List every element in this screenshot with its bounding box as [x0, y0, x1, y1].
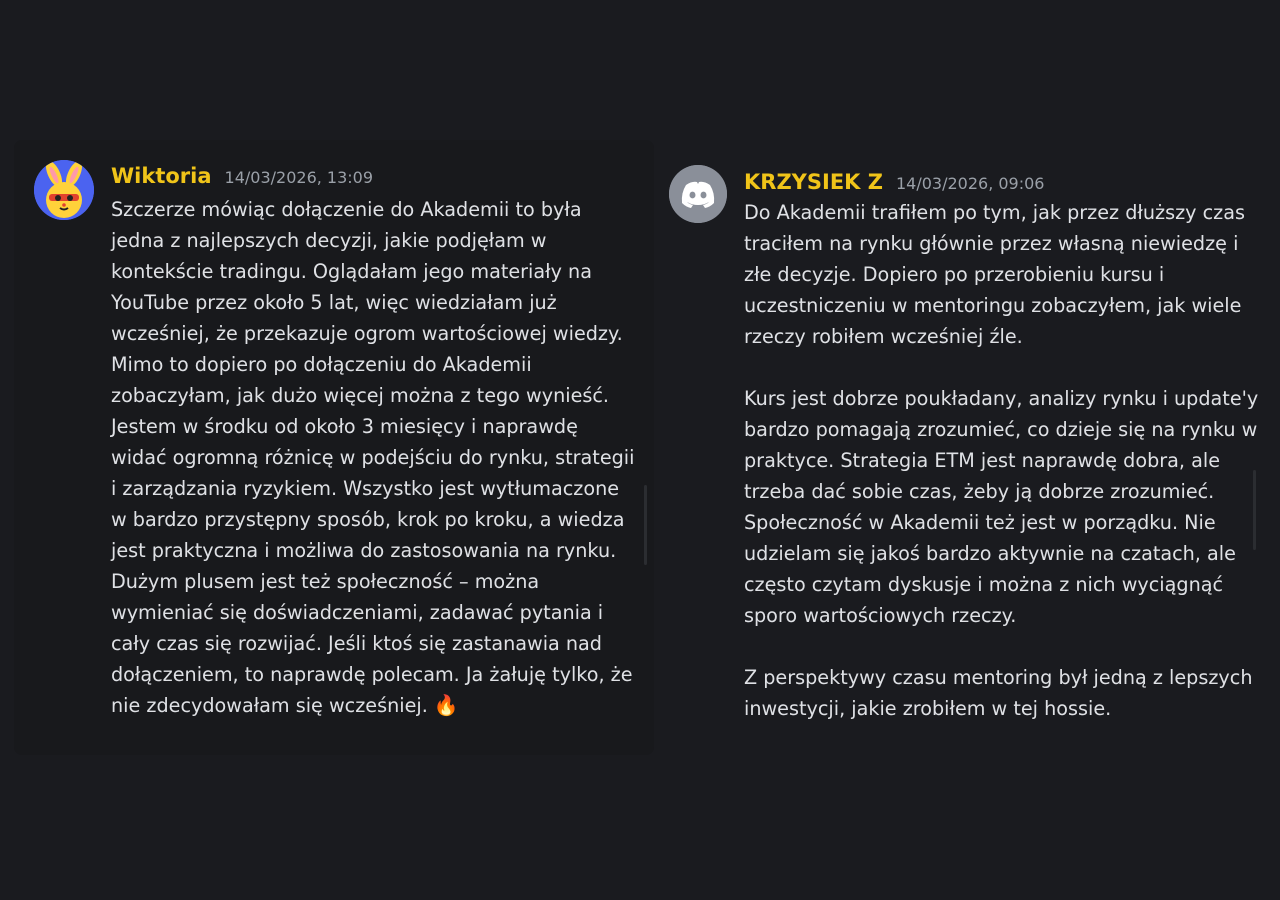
message-header: KRZYSIEK Z 14/03/2026, 09:06: [744, 170, 1044, 194]
timestamp: 14/03/2026, 13:09: [224, 168, 374, 187]
timestamp: 14/03/2026, 09:06: [895, 174, 1045, 193]
message-krzysiek: KRZYSIEK Z 14/03/2026, 09:06 Do Akademii…: [655, 140, 1265, 755]
scrollbar[interactable]: [1253, 470, 1256, 550]
testimonials-page: Wiktoria 14/03/2026, 13:09 Szczerze mówi…: [0, 0, 1280, 900]
yellow-rabbit-avatar[interactable]: [34, 160, 94, 220]
scrollbar[interactable]: [644, 485, 647, 565]
message-text: Do Akademii trafiłem po tym, jak przez d…: [744, 201, 1259, 720]
username[interactable]: KRZYSIEK Z: [744, 170, 883, 194]
fire-emoji-icon: 🔥: [433, 693, 459, 717]
message-wiktoria: Wiktoria 14/03/2026, 13:09 Szczerze mówi…: [14, 140, 654, 755]
message-content: Szczerze mówiąc dołączenie do Akademii t…: [111, 194, 639, 721]
username[interactable]: Wiktoria: [111, 164, 212, 188]
message-header: Wiktoria 14/03/2026, 13:09: [111, 164, 373, 188]
message-content: Do Akademii trafiłem po tym, jak przez d…: [744, 197, 1262, 724]
discord-logo-icon[interactable]: [669, 165, 727, 223]
message-text: Szczerze mówiąc dołączenie do Akademii t…: [111, 198, 635, 717]
